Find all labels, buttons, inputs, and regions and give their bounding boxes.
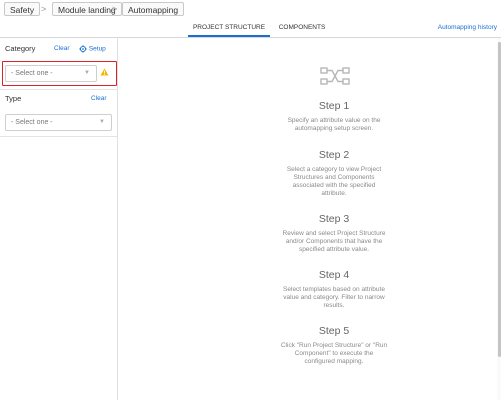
setup-link[interactable]: Setup <box>79 45 106 53</box>
category-clear-link[interactable]: Clear <box>54 45 70 52</box>
type-clear-link[interactable]: Clear <box>91 95 107 102</box>
step-2-line: Structures and Components <box>293 174 375 181</box>
tab-bar: PROJECT STRUCTURE COMPONENTS Automapping… <box>0 20 501 38</box>
panel-divider <box>0 89 117 90</box>
step-3-description: Review and select Project Structure and/… <box>274 230 394 254</box>
panel-divider <box>0 136 117 137</box>
setup-label: Setup <box>88 45 106 53</box>
step-2-line: attribute. <box>321 190 347 197</box>
step-2-line: Select a category to view Project <box>286 166 382 173</box>
automapping-history-link[interactable]: Automapping history <box>438 20 497 37</box>
category-label: Category <box>5 44 36 53</box>
category-select[interactable]: - Select one - ▼ <box>5 65 97 82</box>
step-2-line: associated with the specified <box>292 182 376 189</box>
step-5-description: Click "Run Project Structure" or "Run Co… <box>274 342 394 366</box>
step-1-line: Specify an attribute value on the <box>287 117 381 124</box>
automapping-flow-icon <box>320 67 350 85</box>
category-select-value: - Select one - <box>11 70 53 77</box>
step-4-line: results. <box>323 302 345 309</box>
breadcrumb-item-automapping: Automapping <box>122 2 185 16</box>
type-label: Type <box>5 94 22 103</box>
breadcrumb-separator: > <box>112 4 118 14</box>
step-5-line: configured mapping. <box>304 358 364 365</box>
filter-panel <box>0 38 118 400</box>
step-3-title: Step 3 <box>318 213 350 225</box>
step-2-title: Step 2 <box>318 149 350 161</box>
breadcrumb: Safety > Module landing > Automapping <box>0 0 501 20</box>
step-4-description: Select templates based on attribute valu… <box>274 286 394 310</box>
step-4-title: Step 4 <box>318 269 350 281</box>
tab-project-structure[interactable]: PROJECT STRUCTURE <box>188 20 270 37</box>
breadcrumb-item-safety[interactable]: Safety <box>4 2 41 16</box>
chevron-down-icon: ▼ <box>84 70 90 76</box>
breadcrumb-separator: > <box>41 4 47 14</box>
step-3-line: Review and select Project Structure <box>282 230 386 237</box>
step-3-line: and/or Components that have the <box>285 238 383 245</box>
step-4-line: value and category. Filter to narrow <box>283 294 385 301</box>
gear-icon <box>79 45 87 53</box>
type-select[interactable]: - Select one - ▼ <box>5 114 112 131</box>
step-2-description: Select a category to view Project Struct… <box>274 166 394 198</box>
step-1-title: Step 1 <box>318 100 350 112</box>
step-1-description: Specify an attribute value on the automa… <box>274 117 394 133</box>
step-5-line: Click "Run Project Structure" or "Run <box>280 342 388 349</box>
step-5-title: Step 5 <box>318 325 350 337</box>
chevron-down-icon: ▼ <box>99 119 105 125</box>
step-4-line: Select templates based on attribute <box>283 286 385 293</box>
step-1-line: automapping setup screen. <box>294 125 374 132</box>
step-5-line: Component" to execute the <box>294 350 374 357</box>
warning-triangle-icon <box>100 68 109 76</box>
type-select-value: - Select one - <box>11 119 53 126</box>
step-3-line: specified attribute value. <box>298 246 370 253</box>
tab-components[interactable]: COMPONENTS <box>274 20 330 37</box>
